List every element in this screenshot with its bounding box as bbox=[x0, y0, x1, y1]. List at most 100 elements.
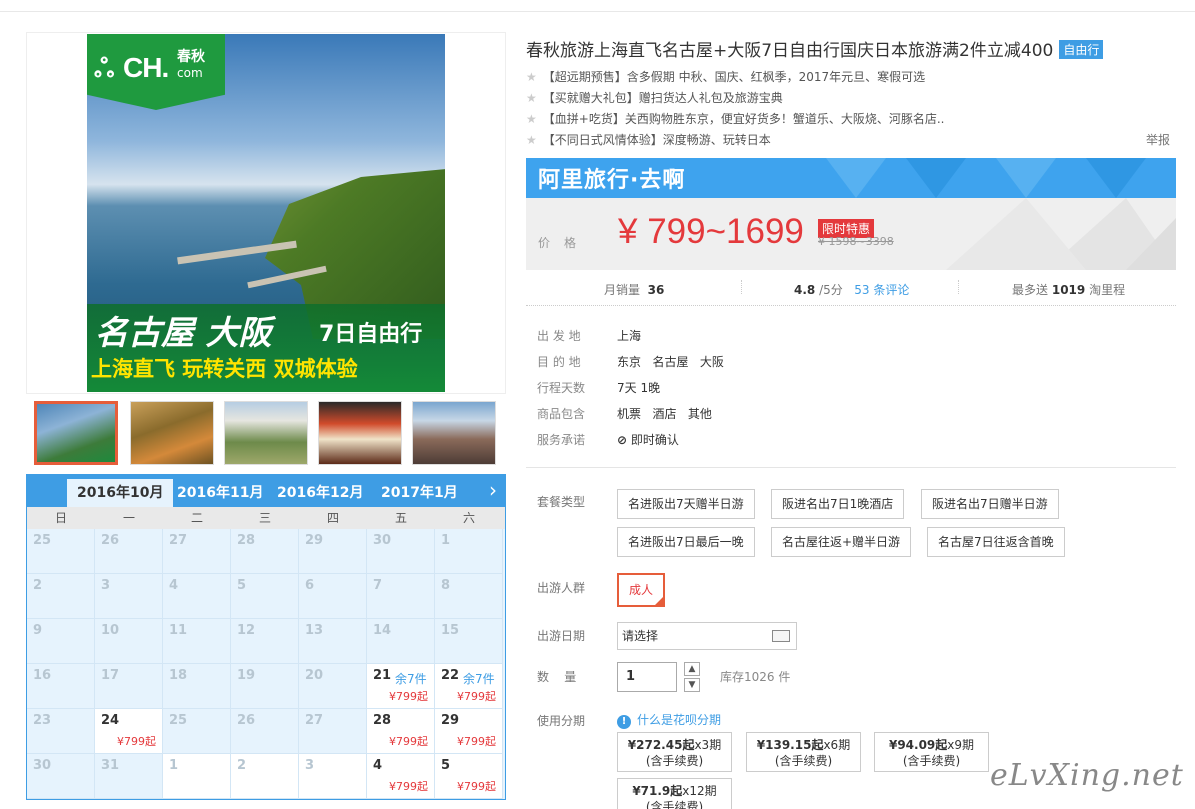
product-gallery: ஃ CH. 春秋 com 名古屋 大阪 7日自由行 上海直飞 玩转关西 双城体验 bbox=[26, 32, 506, 394]
package-option[interactable]: 名古屋往返+赠半日游 bbox=[771, 527, 912, 557]
day-number: 22 bbox=[441, 668, 460, 683]
day-number: 2 bbox=[33, 578, 43, 593]
info-label-destination: 目 的 地 bbox=[537, 355, 581, 369]
day-number: 24 bbox=[101, 713, 120, 728]
day-number: 26 bbox=[237, 713, 256, 728]
calendar-day[interactable]: 4 ¥799起 bbox=[367, 754, 435, 799]
day-number: 21 bbox=[373, 668, 392, 683]
weekday-label: 五 bbox=[394, 511, 407, 525]
day-number: 18 bbox=[169, 668, 188, 683]
calendar-day: 18 bbox=[163, 664, 231, 709]
calendar-day: 12 bbox=[231, 619, 299, 664]
thumbnail-strip bbox=[34, 401, 504, 467]
day-price: ¥799起 bbox=[389, 780, 428, 793]
day-number: 13 bbox=[305, 623, 324, 638]
feature-item: ★ 【不同日式风情体验】深度畅游、玩转日本 bbox=[526, 133, 771, 147]
weekday-label: 一 bbox=[122, 511, 135, 525]
day-number: 16 bbox=[33, 668, 52, 683]
day-number: 26 bbox=[101, 533, 120, 548]
chunqiu-logo: ஃ CH. 春秋 com bbox=[87, 34, 225, 110]
tab-month-4[interactable]: 2017年1月 bbox=[371, 479, 468, 507]
installment-option[interactable]: ¥139.15起x6期 (含手续费) bbox=[746, 732, 861, 772]
calendar-day: 25 bbox=[163, 709, 231, 754]
calendar-day: 31 bbox=[95, 754, 163, 799]
calendar-icon[interactable] bbox=[772, 630, 790, 642]
package-option[interactable]: 阪进名出7日赠半日游 bbox=[921, 489, 1059, 519]
day-number: 28 bbox=[237, 533, 256, 548]
installment-label: 使用分期 bbox=[537, 714, 586, 728]
tab-month-2[interactable]: 2016年11月 bbox=[167, 479, 273, 507]
calendar-day: 30 bbox=[27, 754, 95, 799]
package-option[interactable]: 名古屋7日往返含首晚 bbox=[927, 527, 1065, 557]
day-number: 15 bbox=[441, 623, 460, 638]
day-number: 8 bbox=[441, 578, 451, 593]
price-range: ¥ 799~1699 bbox=[618, 212, 804, 251]
package-option[interactable]: 名进阪出7天赠半日游 bbox=[617, 489, 755, 519]
stock-count: 库存1026 件 bbox=[720, 670, 791, 684]
calendar-day[interactable]: 28 ¥799起 bbox=[367, 709, 435, 754]
day-number: 1 bbox=[441, 533, 451, 548]
feature-item: ★ 【超远期预售】含多假期 中秋、国庆、红枫季，2017年元旦、寒假可选 bbox=[526, 70, 926, 84]
reviews-link[interactable]: 53 条评论 bbox=[854, 283, 909, 297]
calendar-day: 13 bbox=[299, 619, 367, 664]
monthly-sales: 月销量 36 bbox=[604, 283, 665, 297]
installment-option[interactable]: ¥71.9起x12期 (含手续费) bbox=[617, 778, 732, 809]
info-icon: ! bbox=[617, 715, 631, 729]
info-label-service: 服务承诺 bbox=[537, 433, 586, 447]
calendar-day[interactable]: 22 余7件 ¥799起 bbox=[435, 664, 503, 709]
day-number: 30 bbox=[33, 758, 52, 773]
thumbnail-3[interactable] bbox=[224, 401, 308, 465]
info-value-service: ⊘ 即时确认 bbox=[617, 433, 679, 447]
day-number: 25 bbox=[33, 533, 52, 548]
quantity-increase-button[interactable]: ▲ bbox=[684, 662, 700, 676]
price-label: 价格 bbox=[538, 236, 591, 250]
thumbnail-2[interactable] bbox=[130, 401, 214, 465]
installment-option[interactable]: ¥272.45起x3期 (含手续费) bbox=[617, 732, 732, 772]
calendar-day: 25 bbox=[27, 529, 95, 574]
calendar-day[interactable]: 29 ¥799起 bbox=[435, 709, 503, 754]
tab-month-1[interactable]: 2016年10月 bbox=[67, 479, 174, 507]
weekday-label: 日 bbox=[54, 511, 67, 525]
package-type-label: 套餐类型 bbox=[537, 495, 586, 509]
calendar-day: 15 bbox=[435, 619, 503, 664]
crowd-option-adult[interactable]: 成人 bbox=[617, 573, 666, 607]
next-month-arrow-icon[interactable]: › bbox=[489, 478, 497, 502]
day-number: 29 bbox=[305, 533, 324, 548]
installment-option[interactable]: ¥94.09起x9期 (含手续费) bbox=[874, 732, 989, 772]
day-number: 10 bbox=[101, 623, 120, 638]
calendar-day[interactable]: 5 ¥799起 bbox=[435, 754, 503, 799]
thumbnail-1[interactable] bbox=[34, 401, 118, 465]
remaining-count: 余7件 bbox=[463, 672, 495, 686]
calendar-day: 19 bbox=[231, 664, 299, 709]
calendar-month-tabs: 2016年10月 2016年11月 2016年12月 2017年1月 › bbox=[27, 475, 505, 507]
tab-month-3[interactable]: 2016年12月 bbox=[267, 479, 373, 507]
rating: 4.8 /5分 53 条评论 bbox=[794, 283, 910, 297]
calendar-day: 26 bbox=[231, 709, 299, 754]
day-number: 6 bbox=[305, 578, 315, 593]
huabei-info-link[interactable]: ! 什么是花呗分期 bbox=[617, 711, 721, 729]
sales-stats: 月销量 36 4.8 /5分 53 条评论 最多送 1019 淘里程 bbox=[526, 276, 1176, 306]
day-number: 27 bbox=[305, 713, 324, 728]
day-number: 25 bbox=[169, 713, 188, 728]
remaining-count: 余7件 bbox=[395, 672, 427, 686]
product-title: 春秋旅游上海直飞名古屋+大阪7日自由行国庆日本旅游满2件立减400 自由行 bbox=[526, 36, 1104, 61]
travel-date-picker[interactable]: 请选择 bbox=[617, 622, 797, 650]
package-option[interactable]: 名进阪出7日最后一晚 bbox=[617, 527, 755, 557]
calendar-day: 26 bbox=[95, 529, 163, 574]
thumbnail-4[interactable] bbox=[318, 401, 402, 465]
calendar-day[interactable]: 24 ¥799起 bbox=[95, 709, 163, 754]
package-option[interactable]: 阪进名出7日1晚酒店 bbox=[771, 489, 905, 519]
day-price: ¥799起 bbox=[457, 780, 496, 793]
calendar-day: 14 bbox=[367, 619, 435, 664]
day-number: 12 bbox=[237, 623, 256, 638]
report-link[interactable]: 举报 bbox=[1146, 131, 1170, 148]
quantity-decrease-button[interactable]: ▼ bbox=[684, 678, 700, 692]
thumbnail-5[interactable] bbox=[412, 401, 496, 465]
quantity-input[interactable]: 1 bbox=[617, 662, 677, 692]
info-label-duration: 行程天数 bbox=[537, 381, 586, 395]
day-number: 30 bbox=[373, 533, 392, 548]
calendar-day: 16 bbox=[27, 664, 95, 709]
day-number: 7 bbox=[373, 578, 383, 593]
day-number: 2 bbox=[237, 758, 247, 773]
calendar-day[interactable]: 21 余7件 ¥799起 bbox=[367, 664, 435, 709]
